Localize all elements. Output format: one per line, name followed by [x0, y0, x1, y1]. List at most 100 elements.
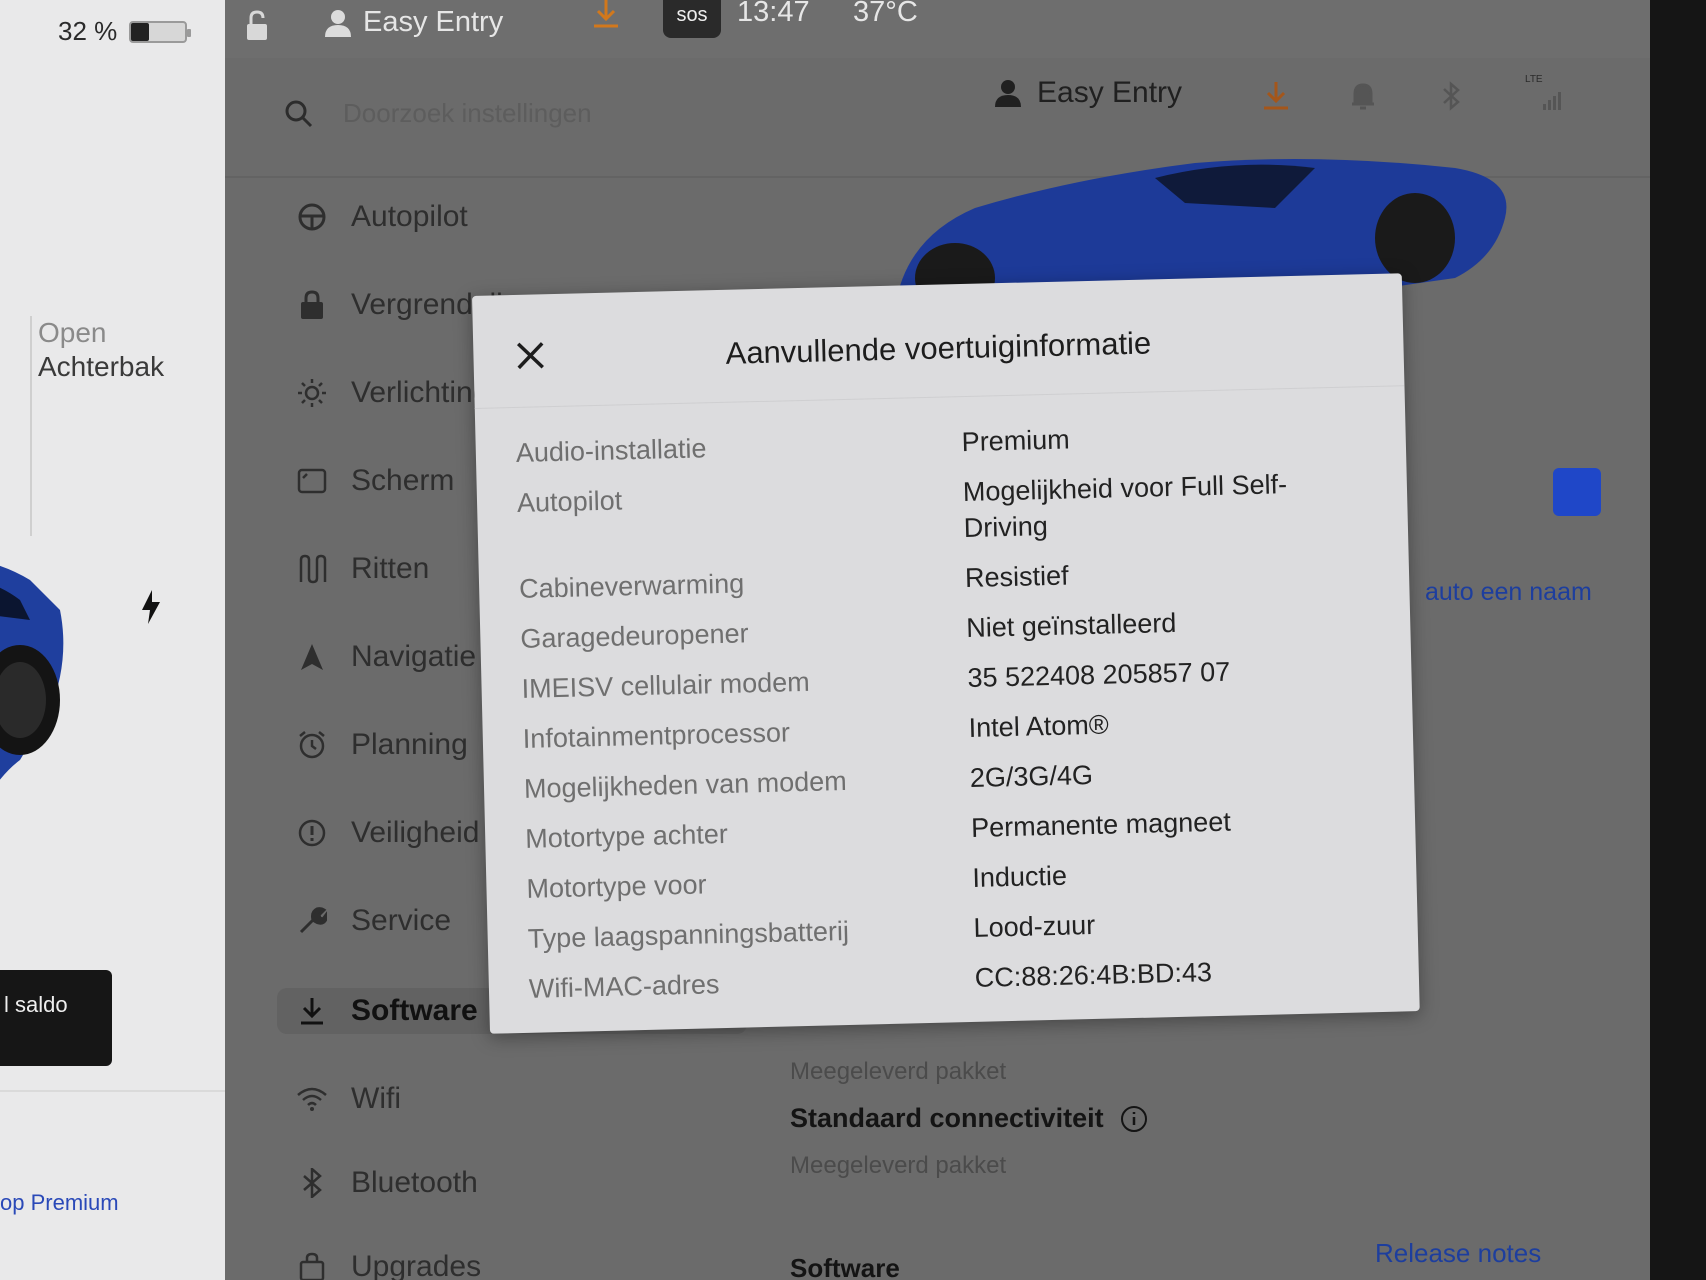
download-icon[interactable] [1260, 80, 1292, 112]
info-value: Permanente magneet [970, 806, 1232, 843]
alert-circle-icon [295, 816, 329, 850]
lock-icon [295, 288, 329, 322]
battery-fill [131, 22, 149, 41]
info-value: 2G/3G/4G [969, 759, 1094, 793]
rename-car-link[interactable]: auto een naam [1425, 578, 1592, 607]
header-profile-name: Easy Entry [1037, 76, 1183, 109]
navigation-icon [295, 640, 329, 674]
info-value: Premium [961, 424, 1071, 458]
settings-search[interactable]: Doorzoek instellingen [285, 98, 592, 129]
info-row: Garagedeuropener Niet geïnstalleerd [520, 600, 1381, 657]
nav-item-navigatie[interactable]: Navigatie [295, 640, 476, 674]
download-icon [295, 994, 329, 1028]
sos-button[interactable]: sos [663, 0, 721, 38]
charging-bolt-icon [142, 590, 160, 624]
info-value: 35 522408 205857 07 [967, 656, 1231, 694]
info-key: Audio-installatie [515, 433, 707, 468]
package-label: Meegeleverd pakket [790, 1058, 1007, 1085]
software-section-label: Software [790, 1253, 900, 1280]
nav-item-scherm[interactable]: Scherm [295, 464, 454, 498]
nav-item-autopilot[interactable]: Autopilot [295, 200, 468, 234]
connectivity-package: Meegeleverd pakket [790, 1152, 1007, 1179]
lte-signal-icon: LTE [1525, 74, 1565, 114]
info-row: Cabineverwarming Resistief [519, 550, 1380, 607]
info-row: Audio-installatie Premium [515, 414, 1376, 471]
search-icon [285, 100, 313, 127]
info-value: CC:88:26:4B:BD:43 [974, 957, 1213, 993]
info-value: Inductie [972, 860, 1068, 893]
display-icon [295, 464, 329, 498]
steering-wheel-icon [295, 200, 329, 234]
info-key: Type laagspanningsbatterij [527, 915, 850, 954]
info-key: Infotainmentprocessor [522, 717, 791, 754]
battery-percent: 32 % [58, 16, 118, 46]
connectivity-label: Standaard connectiviteit [790, 1103, 1148, 1134]
vehicle-info-list: Audio-installatie Premium Autopilot Mogeli… [515, 414, 1389, 1021]
info-key: Garagedeuropener [520, 618, 749, 654]
trips-icon [295, 552, 329, 586]
info-row: Mogelijkheden van modem 2G/3G/4G [524, 750, 1385, 807]
nav-item-verlichting[interactable]: Verlichting [295, 376, 489, 410]
divider [30, 316, 32, 536]
info-key: Mogelijkheden van modem [523, 765, 848, 804]
bluetooth-icon[interactable] [1435, 80, 1467, 112]
info-key: Wifi-MAC-adres [528, 969, 720, 1004]
info-key: Motortype voor [526, 869, 707, 904]
nav-item-bluetooth[interactable]: Bluetooth [295, 1166, 478, 1200]
bell-icon[interactable] [1347, 80, 1379, 112]
profile-name: Easy Entry [363, 6, 504, 38]
clock: 13:47 [737, 0, 810, 28]
person-icon [995, 80, 1021, 107]
outside-temperature: 37°C [853, 0, 918, 28]
vehicle-status-panel: 32 % Open Achterbak l saldo op Premium [0, 0, 225, 1280]
alarm-clock-icon [295, 728, 329, 762]
info-value: Resistief [964, 560, 1069, 594]
battery-icon [129, 20, 192, 43]
info-value: Mogelijkheid voor Full Self-Driving [962, 469, 1288, 544]
profile-button[interactable]: Easy Entry [325, 6, 503, 39]
wrench-icon [295, 904, 329, 938]
calendar-icon[interactable] [1553, 468, 1601, 516]
nav-item-ritten[interactable]: Ritten [295, 552, 429, 586]
person-icon [325, 9, 351, 37]
divider [474, 385, 1405, 409]
trunk-open-label: Open [38, 317, 107, 348]
info-value: Niet geïnstalleerd [965, 607, 1177, 644]
vehicle-info-dialog: Aanvullende voertuiginformatie Audio-ins… [472, 273, 1420, 1034]
dialog-title: Aanvullende voertuiginformatie [725, 325, 1152, 371]
header-profile-button[interactable]: Easy Entry [995, 76, 1182, 110]
info-row: Infotainmentprocessor Intel Atom® [522, 700, 1383, 757]
download-icon[interactable] [590, 0, 622, 32]
nav-item-wifi[interactable]: Wifi [295, 1082, 401, 1116]
info-value: Intel Atom® [968, 709, 1109, 743]
nav-item-veiligheid[interactable]: Veiligheid [295, 816, 479, 850]
nav-item-service[interactable]: Service [295, 904, 451, 938]
search-input[interactable]: Doorzoek instellingen [343, 98, 592, 129]
info-row: Motortype achter Permanente magneet [525, 800, 1386, 857]
trunk-name: Achterbak [38, 351, 165, 382]
status-bar: Easy Entry sos 13:47 37°C [225, 0, 1706, 58]
upgrade-premium-link[interactable]: op Premium [0, 1190, 119, 1216]
nav-item-upgrades[interactable]: Upgrades [295, 1250, 481, 1280]
bluetooth-icon [295, 1166, 329, 1200]
saldo-card[interactable]: l saldo [0, 970, 112, 1066]
info-row: Wifi-MAC-adres CC:88:26:4B:BD:43 [529, 950, 1390, 1007]
info-key: Motortype achter [524, 818, 729, 854]
info-icon[interactable] [1120, 1105, 1148, 1133]
sun-icon [295, 376, 329, 410]
info-key: Autopilot [516, 485, 623, 518]
nav-item-planning[interactable]: Planning [295, 728, 468, 762]
battery-indicator: 32 % [58, 16, 192, 47]
release-notes-link[interactable]: Release notes [1375, 1238, 1541, 1269]
unlock-icon[interactable] [243, 10, 273, 42]
screen-bezel [1650, 0, 1706, 1280]
saldo-label: l saldo [4, 992, 68, 1017]
info-row: IMEISV cellulair modem 35 522408 205857 0… [521, 650, 1382, 707]
divider [0, 1090, 225, 1092]
info-value: Lood-zuur [973, 909, 1096, 943]
open-trunk-button[interactable]: Open Achterbak [38, 316, 164, 384]
car-image [0, 565, 64, 780]
info-row: Type laagspanningsbatterij Lood-zuur [527, 900, 1388, 957]
info-key: Cabineverwarming [518, 568, 745, 604]
wifi-icon [295, 1082, 329, 1116]
